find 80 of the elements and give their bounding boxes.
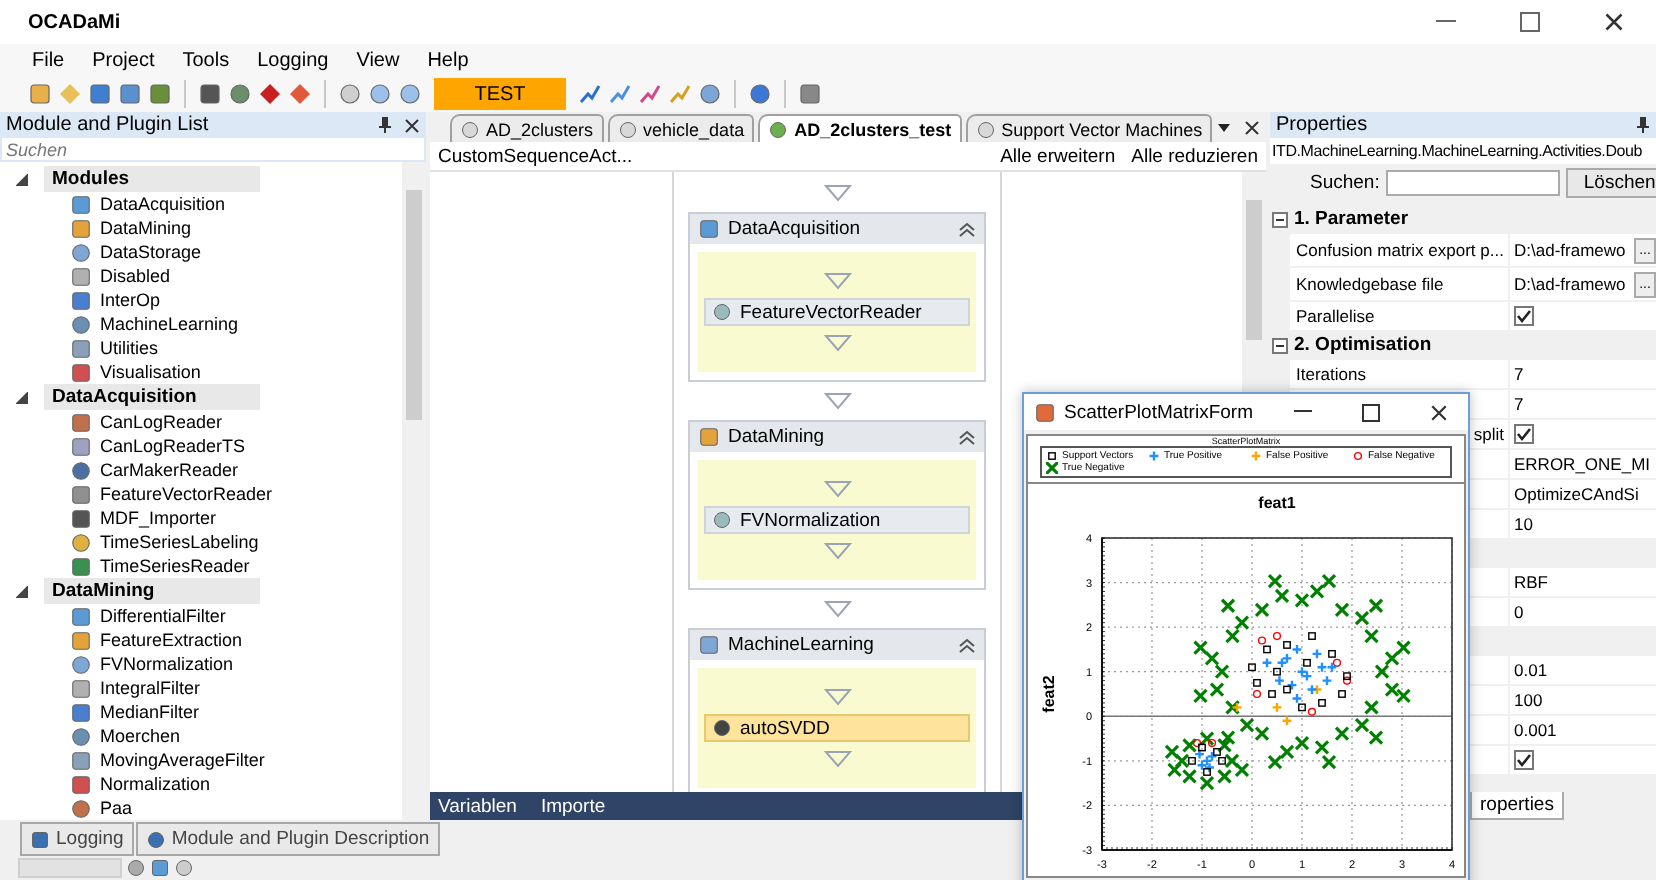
- panel-tab[interactable]: Logging: [20, 822, 134, 856]
- property-label: Knowledgebase file: [1296, 274, 1444, 294]
- tree-item[interactable]: Moerchen: [100, 726, 181, 746]
- block-title: DataMining: [728, 426, 827, 448]
- property-value: 7: [1514, 394, 1524, 414]
- tree-item[interactable]: Utilities: [100, 338, 159, 358]
- menu-item[interactable]: View: [342, 49, 414, 71]
- category-label: 1. Parameter: [1292, 208, 1409, 230]
- property-value: OptimizeCAndSi: [1514, 484, 1639, 504]
- menu-item[interactable]: File: [18, 49, 79, 71]
- panel-title: Module and Plugin List: [6, 114, 211, 136]
- tree-item[interactable]: CanLogReaderTS: [100, 436, 246, 456]
- property-value: ERROR_ONE_MI: [1514, 454, 1651, 474]
- panel-tab[interactable]: Module and Plugin Description: [135, 822, 440, 856]
- tree-item[interactable]: InterOp: [100, 290, 161, 310]
- tree-item[interactable]: Visualisation: [100, 362, 201, 382]
- tree-item[interactable]: FVNormalization: [100, 654, 234, 674]
- tree-item[interactable]: MedianFilter: [100, 702, 200, 722]
- document-tab[interactable]: AD_2clusters_test: [758, 114, 962, 142]
- tree-item[interactable]: Disabled: [100, 266, 171, 286]
- link[interactable]: Alle reduzieren: [1131, 145, 1258, 167]
- mode-indicator: TEST: [434, 78, 566, 110]
- tree-item[interactable]: FeatureVectorReader: [100, 484, 273, 504]
- group-header[interactable]: DataMining: [44, 578, 260, 604]
- activity-item[interactable]: autoSVDD: [704, 714, 970, 742]
- tree-item[interactable]: TimeSeriesReader: [100, 556, 250, 576]
- property-value: 7: [1514, 364, 1524, 384]
- tree-item[interactable]: MovingAverageFilter: [100, 750, 265, 770]
- property-value: RBF: [1514, 572, 1548, 592]
- search-label: Suchen:: [1310, 171, 1380, 193]
- tree-item[interactable]: MDF_Importer: [100, 508, 217, 528]
- tree-item[interactable]: MachineLearning: [100, 314, 239, 334]
- document-tab[interactable]: Support Vector Machines: [965, 114, 1213, 142]
- menu-item[interactable]: Help: [413, 49, 483, 71]
- property-value: D:\ad-framewo: [1514, 274, 1626, 294]
- property-value: 10: [1514, 514, 1533, 534]
- panel-title: Properties: [1276, 114, 1370, 136]
- property-value: D:\ad-framewo: [1514, 240, 1626, 260]
- property-value: 100: [1514, 690, 1543, 710]
- menu-item[interactable]: Tools: [168, 49, 244, 71]
- clear-button[interactable]: Löschen: [1565, 167, 1656, 197]
- property-label: Parallelise: [1296, 306, 1375, 326]
- activity-item[interactable]: FeatureVectorReader: [704, 298, 970, 326]
- block-title: DataAcquisition: [728, 218, 863, 240]
- activity-item[interactable]: FVNormalization: [704, 506, 970, 534]
- panel-tab[interactable]: Importe: [540, 795, 606, 817]
- menu-item[interactable]: Logging: [243, 49, 343, 71]
- block-title: MachineLearning: [728, 634, 876, 656]
- property-label: Confusion matrix export p...: [1296, 240, 1504, 260]
- property-label: split: [1473, 424, 1504, 444]
- property-value: 0.001: [1514, 720, 1557, 740]
- document-tab[interactable]: vehicle_data: [607, 114, 755, 142]
- window-title: OCADaMi: [28, 11, 121, 33]
- tree-item[interactable]: DataMining: [100, 218, 192, 238]
- menu-item[interactable]: Project: [78, 49, 169, 71]
- tree-item[interactable]: DifferentialFilter: [100, 606, 226, 626]
- tree-item[interactable]: DataAcquisition: [100, 194, 226, 214]
- document-tab[interactable]: AD_2clusters: [450, 114, 604, 142]
- tree-item[interactable]: CanLogReader: [100, 412, 223, 432]
- tree-item[interactable]: DataStorage: [100, 242, 202, 262]
- window-title: ScatterPlotMatrixForm: [1064, 401, 1255, 423]
- tree-item[interactable]: CarMakerReader: [100, 460, 239, 480]
- tree-item[interactable]: Paa: [100, 798, 133, 818]
- link[interactable]: Alle erweitern: [1000, 145, 1116, 167]
- object-type: ITD.MachineLearning.MachineLearning.Activities.Doub: [1272, 142, 1643, 160]
- group-header[interactable]: DataAcquisition: [44, 384, 260, 410]
- category-label: 2. Optimisation: [1292, 334, 1432, 356]
- tree-item[interactable]: IntegralFilter: [100, 678, 201, 698]
- axis-title: feat2: [1040, 675, 1058, 713]
- tree-item[interactable]: FeatureExtraction: [100, 630, 243, 650]
- breadcrumb[interactable]: CustomSequenceAct...: [438, 145, 633, 167]
- group-header[interactable]: Modules: [44, 166, 260, 192]
- axis-title: feat1: [1258, 494, 1296, 512]
- panel-tab[interactable]: Variablen: [438, 795, 517, 817]
- property-value: 0.01: [1514, 660, 1548, 680]
- property-value: 0: [1514, 602, 1524, 622]
- property-label: Iterations: [1296, 364, 1366, 384]
- tree-item[interactable]: Normalization: [100, 774, 211, 794]
- panel-tab[interactable]: roperties: [1470, 792, 1564, 820]
- tree-item[interactable]: TimeSeriesLabeling: [100, 532, 259, 552]
